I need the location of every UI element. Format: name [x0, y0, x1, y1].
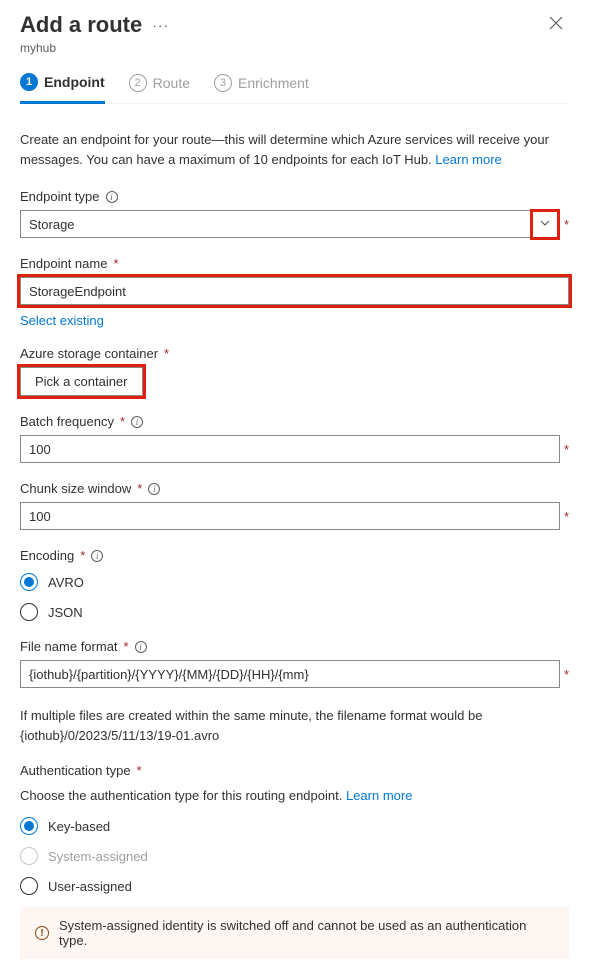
pick-container-button[interactable]: Pick a container — [20, 367, 143, 396]
required-marker: * — [564, 442, 569, 457]
file-format-value: {iothub}/{partition}/{YYYY}/{MM}/{DD}/{H… — [29, 667, 551, 682]
auth-system-label: System-assigned — [48, 849, 148, 864]
auth-helper-text: Choose the authentication type for this … — [20, 788, 569, 803]
wizard-tabs: 1 Endpoint 2 Route 3 Enrichment — [20, 73, 569, 104]
file-format-note: If multiple files are created within the… — [20, 706, 569, 745]
intro-text: Create an endpoint for your route—this w… — [20, 130, 569, 169]
chevron-down-icon — [539, 217, 551, 229]
learn-more-link[interactable]: Learn more — [435, 152, 501, 167]
batch-frequency-input[interactable]: 100 — [20, 435, 560, 463]
close-icon — [549, 16, 563, 30]
auth-type-label: Authentication type — [20, 763, 131, 778]
container-label: Azure storage container — [20, 346, 158, 361]
required-marker: * — [137, 763, 142, 778]
endpoint-name-value: StorageEndpoint — [29, 284, 560, 299]
required-marker: * — [80, 548, 85, 563]
radio-icon — [20, 847, 38, 865]
auth-learn-more-link[interactable]: Learn more — [346, 788, 412, 803]
tab-step-number: 3 — [214, 74, 232, 92]
required-marker: * — [120, 414, 125, 429]
auth-helper-body: Choose the authentication type for this … — [20, 788, 346, 803]
tab-label: Route — [153, 75, 190, 91]
info-icon[interactable]: i — [135, 641, 147, 653]
auth-key-label: Key-based — [48, 819, 110, 834]
auth-user-label: User-assigned — [48, 879, 132, 894]
encoding-label: Encoding — [20, 548, 74, 563]
required-marker: * — [113, 256, 118, 271]
encoding-avro-label: AVRO — [48, 575, 84, 590]
info-icon[interactable]: i — [91, 550, 103, 562]
chunk-size-label: Chunk size window — [20, 481, 131, 496]
auth-option-system-assigned: System-assigned — [20, 847, 569, 865]
encoding-option-json[interactable]: JSON — [20, 603, 569, 621]
endpoint-type-select[interactable]: Storage — [20, 210, 560, 238]
tab-enrichment[interactable]: 3 Enrichment — [214, 73, 309, 103]
warning-banner: ! System-assigned identity is switched o… — [20, 907, 569, 959]
info-icon[interactable]: i — [148, 483, 160, 495]
endpoint-name-label: Endpoint name — [20, 256, 107, 271]
chunk-size-input[interactable]: 100 — [20, 502, 560, 530]
batch-frequency-value: 100 — [29, 442, 551, 457]
auth-option-key-based[interactable]: Key-based — [20, 817, 569, 835]
tab-label: Endpoint — [44, 74, 105, 90]
close-button[interactable] — [543, 10, 569, 39]
tab-label: Enrichment — [238, 75, 309, 91]
radio-icon — [20, 817, 38, 835]
warning-text: System-assigned identity is switched off… — [59, 918, 554, 948]
select-existing-link[interactable]: Select existing — [20, 313, 104, 328]
info-icon[interactable]: i — [131, 416, 143, 428]
more-menu[interactable]: ··· — [152, 17, 169, 33]
warning-icon: ! — [35, 926, 49, 940]
batch-frequency-label: Batch frequency — [20, 414, 114, 429]
endpoint-type-label: Endpoint type — [20, 189, 100, 204]
encoding-option-avro[interactable]: AVRO — [20, 573, 569, 591]
info-icon[interactable]: i — [106, 191, 118, 203]
file-format-label: File name format — [20, 639, 118, 654]
encoding-json-label: JSON — [48, 605, 83, 620]
radio-icon — [20, 573, 38, 591]
panel-title: Add a route — [20, 12, 142, 38]
auth-option-user-assigned[interactable]: User-assigned — [20, 877, 569, 895]
required-marker: * — [564, 509, 569, 524]
required-marker: * — [137, 481, 142, 496]
tab-step-number: 2 — [129, 74, 147, 92]
file-format-input[interactable]: {iothub}/{partition}/{YYYY}/{MM}/{DD}/{H… — [20, 660, 560, 688]
required-marker: * — [124, 639, 129, 654]
endpoint-type-value: Storage — [29, 217, 533, 232]
endpoint-name-input[interactable]: StorageEndpoint — [20, 277, 569, 305]
required-marker: * — [564, 667, 569, 682]
tab-endpoint[interactable]: 1 Endpoint — [20, 73, 105, 104]
panel-subtitle: myhub — [20, 41, 569, 55]
tab-step-number: 1 — [20, 73, 38, 91]
chunk-size-value: 100 — [29, 509, 551, 524]
radio-icon — [20, 877, 38, 895]
required-marker: * — [564, 217, 569, 232]
tab-route[interactable]: 2 Route — [129, 73, 190, 103]
required-marker: * — [164, 346, 169, 361]
radio-icon — [20, 603, 38, 621]
